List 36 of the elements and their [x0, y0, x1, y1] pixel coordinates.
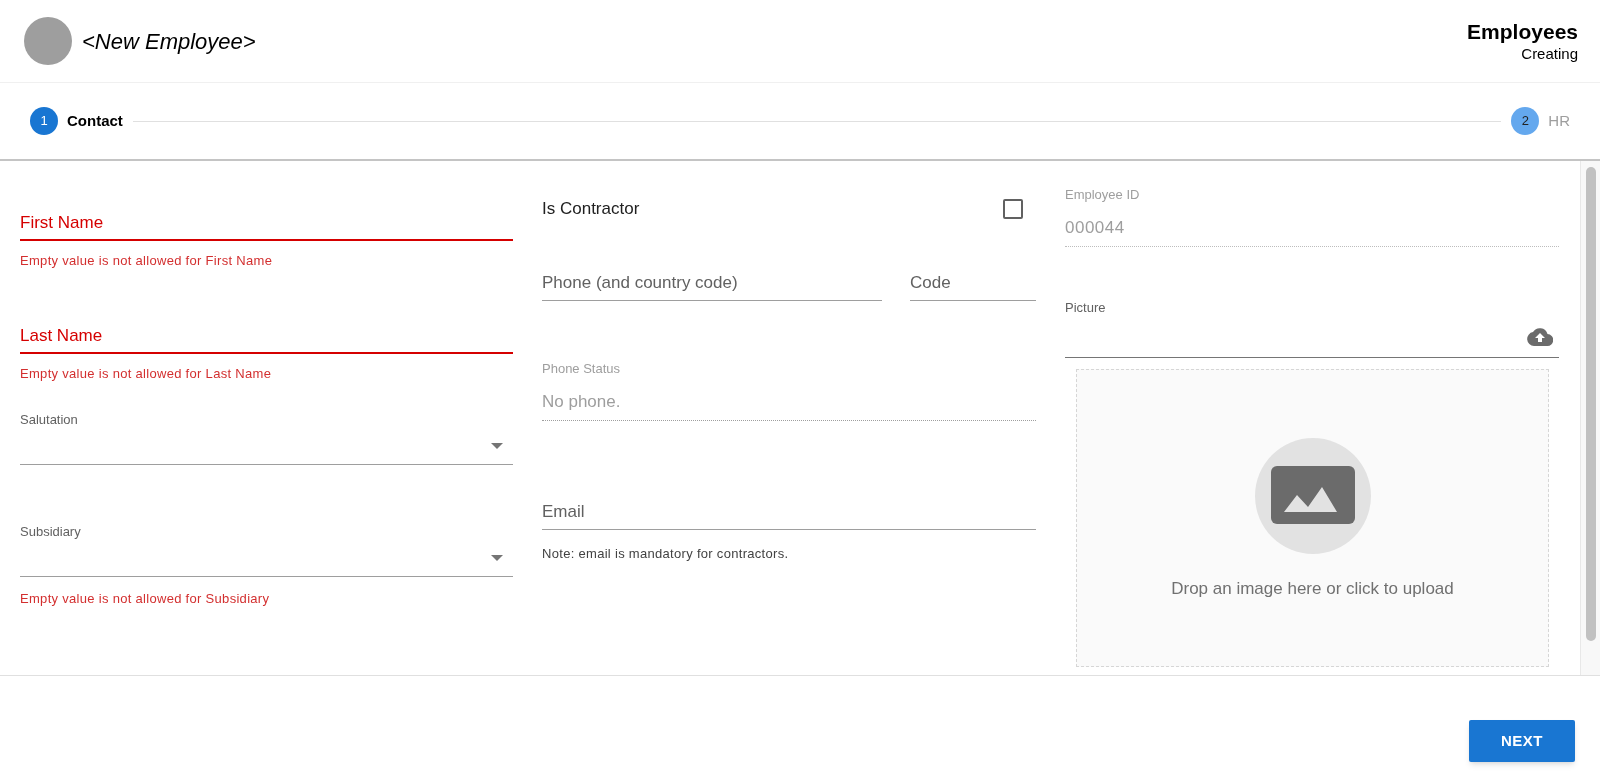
step[interactable]: 1 Contact — [30, 107, 123, 135]
field-value: 000044 — [1065, 216, 1126, 239]
phone-field[interactable]: Phone (and country code) — [542, 266, 882, 301]
checkbox[interactable] — [1003, 199, 1023, 219]
step-label: Contact — [67, 110, 123, 131]
field-label: Salutation — [20, 413, 79, 427]
code-field[interactable]: Code — [910, 266, 1036, 301]
error-message: Empty value is not allowed for First Name — [20, 252, 274, 270]
dropzone-text: Drop an image here or click to upload — [1171, 577, 1454, 600]
step-number: 1 — [30, 107, 58, 135]
caret-icon — [491, 554, 503, 561]
module-title: Employees — [1467, 19, 1578, 45]
image-icon — [1254, 437, 1371, 554]
step-label: HR — [1548, 110, 1570, 131]
next-button[interactable]: NEXT — [1469, 720, 1575, 762]
field-value: No phone. — [542, 390, 622, 413]
field-label: Subsidiary — [20, 525, 82, 539]
image-dropzone[interactable]: Drop an image here or click to upload — [1076, 368, 1549, 667]
email-field[interactable]: Email — [542, 495, 1036, 530]
field-label: Picture — [1065, 299, 1107, 317]
mode-label: Creating — [1521, 45, 1578, 63]
field-label: Phone Status — [542, 360, 622, 378]
avatar — [24, 17, 72, 65]
field-label: Is Contractor — [542, 198, 640, 221]
scrollbar-thumb[interactable] — [1585, 167, 1596, 641]
caret-icon — [491, 442, 503, 449]
text-field[interactable]: First Name — [20, 207, 513, 241]
error-message: Empty value is not allowed for Last Name — [20, 365, 273, 383]
field-label: Employee ID — [1065, 186, 1141, 204]
step[interactable]: 2 HR — [1511, 107, 1570, 135]
error-message: Empty value is not allowed for Subsidiary — [20, 590, 271, 608]
text-field[interactable]: Last Name — [20, 320, 513, 354]
upload-icon — [1527, 328, 1553, 346]
record-title: <New Employee> — [82, 27, 256, 56]
field-hint: Note: email is mandatory for contractors. — [542, 545, 790, 563]
step-number: 2 — [1511, 107, 1540, 135]
